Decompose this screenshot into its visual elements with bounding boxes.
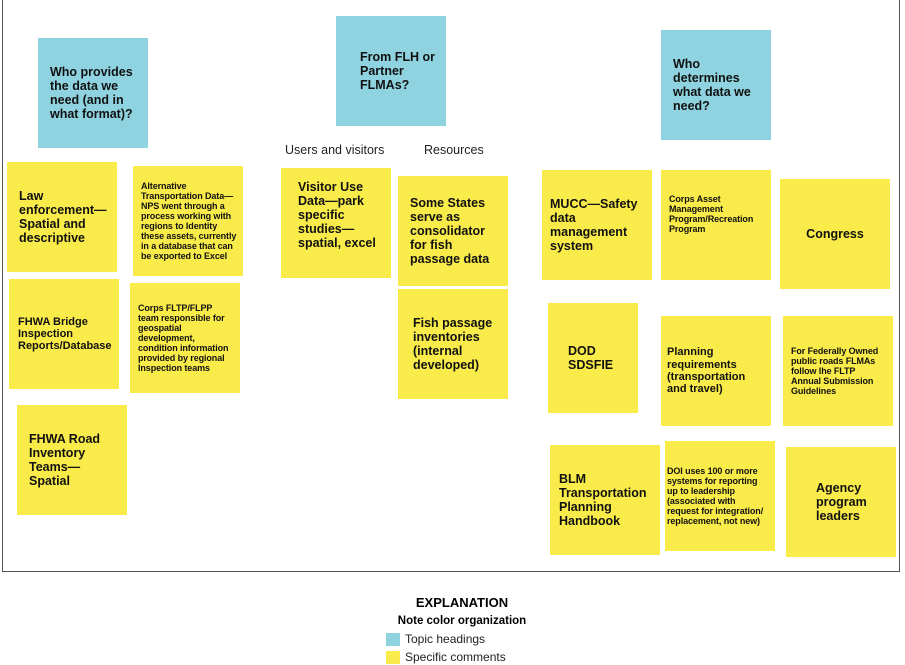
note-text: Some States serve as consolidator for fi… [410, 196, 490, 266]
comment-note: DOD SDSFIE [548, 303, 638, 413]
column-label: Users and visitors [285, 143, 385, 157]
legend-title: EXPLANATION [415, 595, 509, 610]
note-text: BLM Transportation Planning Handbook [559, 472, 647, 528]
comment-note: FHWA Bridge Inspection Reports/Database [9, 279, 119, 389]
comment-note: Some States serve as consolidator for fi… [398, 176, 508, 286]
legend-subtitle: Note color organization [397, 615, 527, 627]
comment-note: FHWA Road Inventory Teams—Spatial [17, 405, 127, 515]
note-text: Planning requirements (transportation an… [667, 346, 746, 396]
note-text: FHWA Road Inventory Teams—Spatial [29, 432, 101, 488]
legend-label: Specific comments [405, 650, 506, 664]
note-text: Corps Asset Management Program/Recreatio… [669, 194, 754, 235]
comment-note: Fish passage inventories (internal devel… [398, 289, 508, 399]
note-text: DOI uses 100 or more systems for reporti… [667, 465, 764, 527]
note-text: Alternative Transportation Data—NPS went… [141, 180, 237, 262]
comment-note: Alternative Transportation Data—NPS went… [133, 166, 243, 276]
comment-note: BLM Transportation Planning Handbook [550, 445, 660, 555]
comment-note: Visitor Use Data—park specific studies—s… [281, 168, 391, 278]
note-text: MUCC—Safety data management system [550, 197, 638, 253]
column-label: Resources [424, 143, 484, 157]
note-text: Law enforcement—Spatial and descriptive [19, 189, 107, 245]
note-text: Fish passage inventories (internal devel… [413, 316, 493, 372]
note-text: DOD SDSFIE [568, 344, 614, 372]
comment-note: Agency program leaders [786, 447, 896, 557]
note-text: Congress [806, 227, 864, 241]
comment-note: For Federally Owned public roads FLMAs f… [783, 316, 893, 426]
legend-label: Topic headings [405, 632, 486, 646]
legend-swatch-topic [386, 633, 400, 646]
comment-note: MUCC—Safety data management system [542, 170, 652, 280]
comment-note: Corps Asset Management Program/Recreatio… [661, 170, 771, 280]
note-text: Agency program leaders [816, 481, 867, 523]
topic-note: From FLH or Partner FLMAs? [336, 16, 446, 126]
topic-text: Who determines what data we need? [673, 57, 751, 113]
topic-text: Who provides the data we need (and in wh… [50, 65, 133, 121]
note-text: For Federally Owned public roads FLMAs f… [791, 345, 879, 397]
topic-note: Who determines what data we need? [661, 30, 771, 140]
comment-note: Law enforcement—Spatial and descriptive [7, 162, 117, 272]
legend-swatch-comment [386, 651, 400, 664]
comment-note: Congress [780, 179, 890, 289]
note-text: FHWA Bridge Inspection Reports/Database [18, 315, 112, 353]
comment-note: Planning requirements (transportation an… [661, 316, 771, 426]
comment-note: Corps FLTP/FLPP team responsible for geo… [130, 283, 240, 393]
note-text: Visitor Use Data—park specific studies—s… [298, 180, 376, 250]
topic-text: From FLH or Partner FLMAs? [360, 50, 435, 92]
comment-note: DOI uses 100 or more systems for reporti… [665, 441, 775, 551]
topic-note: Who provides the data we need (and in wh… [38, 38, 148, 148]
note-text: Corps FLTP/FLPP team responsible for geo… [138, 302, 229, 374]
